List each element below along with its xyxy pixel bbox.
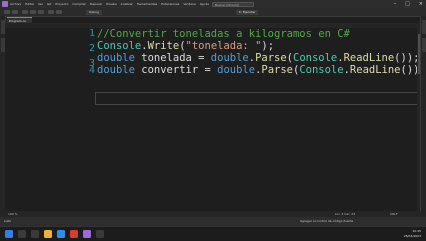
menu-item[interactable]: Editar xyxy=(25,0,34,8)
code-line-1[interactable]: //Convertir toneladas a kilogramos en C# xyxy=(97,28,350,40)
code-method: Parse xyxy=(261,64,293,76)
back-icon[interactable] xyxy=(4,10,10,14)
minimize-icon[interactable]: – xyxy=(394,0,397,8)
clock-date: 28/04/2023 xyxy=(403,234,421,238)
code-method: ReadLine xyxy=(343,52,395,64)
menu-item[interactable]: Herramientas xyxy=(137,0,157,8)
menu-item[interactable]: Ventana xyxy=(183,0,195,8)
solution-explorer-tab[interactable] xyxy=(421,20,426,34)
app-icon[interactable] xyxy=(96,230,104,238)
maximize-icon[interactable]: □ xyxy=(405,0,410,8)
run-label: Ejecutar xyxy=(243,9,256,14)
task-view-icon[interactable] xyxy=(31,230,39,238)
source-control-button[interactable]: Agregar al control de código fuente xyxy=(300,217,353,226)
menu-item[interactable]: Extensiones xyxy=(161,0,179,8)
file-explorer-icon[interactable] xyxy=(44,230,52,238)
edge-icon[interactable] xyxy=(57,230,65,238)
toolbox-tab[interactable] xyxy=(0,38,5,52)
code-class: Console xyxy=(97,40,142,52)
code-keyword: double xyxy=(97,52,135,64)
app-icon[interactable] xyxy=(70,230,78,238)
save-all-icon[interactable] xyxy=(38,10,44,14)
code-variable: convertir = xyxy=(134,64,218,76)
code-comment: //Convertir toneladas a kilogramos en C# xyxy=(97,28,350,40)
taskbar: 10:45 28/04/2023 xyxy=(0,226,426,241)
menu-bar: Archivo Editar Ver Git Proyecto Compilar… xyxy=(10,0,209,8)
code-editor[interactable]: 1 2 3 4 //Convertir toneladas a kilogram… xyxy=(5,28,426,211)
code-string: "tonelada: " xyxy=(185,40,262,52)
forward-icon[interactable] xyxy=(12,10,18,14)
current-line-highlight xyxy=(95,92,421,105)
line-number: 1 xyxy=(88,28,95,39)
menu-item[interactable]: Prueba xyxy=(106,0,116,8)
menu-item[interactable]: Proyecto xyxy=(55,0,68,8)
code-punct: ); xyxy=(261,40,275,52)
menu-item[interactable]: Analizar xyxy=(121,0,133,8)
configuration-dropdown[interactable]: Debug xyxy=(86,9,102,15)
right-tool-strip xyxy=(420,16,426,228)
search-icon[interactable] xyxy=(18,230,26,238)
code-punct: ()); xyxy=(394,52,420,64)
status-bar: Listo Agregar al control de código fuent… xyxy=(0,217,426,226)
menu-item[interactable]: Ayuda xyxy=(200,0,209,8)
system-clock[interactable]: 10:45 28/04/2023 xyxy=(404,229,421,239)
window-controls: – □ × xyxy=(394,0,423,8)
code-class: Console xyxy=(293,52,338,64)
menu-item[interactable]: Git xyxy=(47,0,51,8)
visual-studio-logo-icon xyxy=(2,1,8,7)
menu-item[interactable]: Compilar xyxy=(72,0,86,8)
close-icon[interactable]: × xyxy=(419,0,423,8)
new-file-icon[interactable] xyxy=(22,10,28,14)
save-icon[interactable] xyxy=(30,10,36,14)
menu-item[interactable]: Ver xyxy=(38,0,43,8)
line-number: 2 xyxy=(88,43,95,54)
play-icon xyxy=(239,10,242,13)
code-method: ReadLine xyxy=(349,64,401,76)
code-keyword: double xyxy=(97,64,135,76)
toolbar xyxy=(0,8,426,17)
code-line-4[interactable]: double convertir = double.Parse(Console.… xyxy=(97,64,426,76)
code-method: Parse xyxy=(255,52,287,64)
code-line-2[interactable]: Console.Write("tonelada: "); xyxy=(97,40,274,52)
code-method: Write xyxy=(147,40,180,52)
visual-studio-icon[interactable] xyxy=(83,230,91,238)
run-button[interactable]: Ejecutar xyxy=(236,9,259,15)
code-keyword: double xyxy=(210,52,249,64)
search-input[interactable]: Buscar (Ctrl+Q) xyxy=(212,1,254,7)
menu-item[interactable]: Depurar xyxy=(90,0,102,8)
redo-icon[interactable] xyxy=(56,10,62,14)
code-line-3[interactable]: double tonelada = double.Parse(Console.R… xyxy=(97,52,419,64)
code-variable: tonelada = xyxy=(134,52,211,64)
undo-icon[interactable] xyxy=(48,10,54,14)
server-explorer-tab[interactable] xyxy=(0,20,5,34)
properties-tab[interactable] xyxy=(421,38,426,52)
code-class: Console xyxy=(299,64,344,76)
menu-item[interactable]: Archivo xyxy=(10,0,21,8)
start-icon[interactable] xyxy=(5,230,13,238)
title-bar: Archivo Editar Ver Git Proyecto Compilar… xyxy=(0,0,426,8)
status-text: Listo xyxy=(4,219,12,223)
line-number: 4 xyxy=(88,65,95,76)
code-keyword: double xyxy=(217,64,256,76)
